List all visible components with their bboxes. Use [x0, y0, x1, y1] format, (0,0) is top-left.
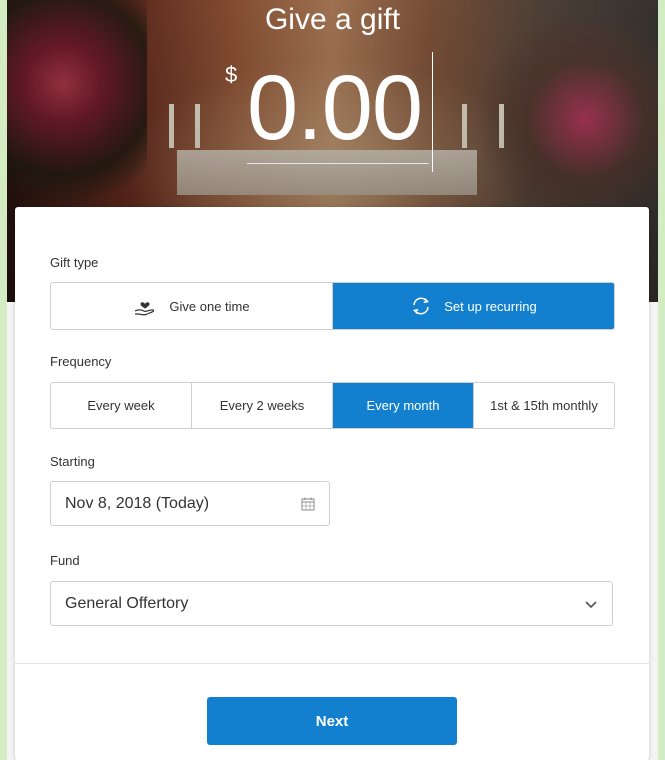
fund-label: Fund [50, 553, 80, 568]
frequency-every-month[interactable]: Every month [332, 383, 473, 428]
frequency-every-2-weeks[interactable]: Every 2 weeks [191, 383, 332, 428]
amount-input[interactable]: 0.00 [247, 58, 423, 158]
calendar-icon[interactable] [301, 497, 315, 511]
frequency-toggle: Every week Every 2 weeks Every month 1st… [50, 382, 615, 429]
candle [499, 104, 504, 148]
frequency-1st-15th-monthly[interactable]: 1st & 15th monthly [473, 383, 614, 428]
card-divider [15, 663, 649, 664]
candle [462, 104, 467, 148]
amount-underline [247, 163, 429, 164]
frequency-label: Frequency [50, 354, 112, 369]
start-date-value: Nov 8, 2018 (Today) [65, 494, 210, 512]
starting-label: Starting [50, 454, 95, 469]
text-cursor [432, 52, 433, 172]
start-date-field[interactable]: Nov 8, 2018 (Today) [50, 481, 330, 526]
next-button[interactable]: Next [207, 697, 457, 745]
give-one-time-button[interactable]: Give one time [51, 283, 332, 329]
hand-heart-icon [133, 296, 157, 316]
fund-select[interactable]: General Offertory [50, 581, 613, 626]
gift-form-card: Gift type Give one time Set up recurring [15, 207, 649, 760]
candle [195, 104, 200, 148]
set-up-recurring-button[interactable]: Set up recurring [332, 283, 614, 329]
give-one-time-label: Give one time [169, 298, 250, 314]
gift-type-label: Gift type [50, 255, 99, 270]
currency-symbol: $ [225, 62, 238, 87]
recurring-arrows-icon [410, 296, 432, 316]
page-title: Give a gift [264, 3, 401, 36]
gift-type-toggle: Give one time Set up recurring [50, 282, 615, 330]
side-strip-left [0, 0, 7, 760]
side-strip-right [658, 0, 665, 760]
candle [169, 104, 174, 148]
chevron-down-icon [584, 599, 598, 609]
frequency-every-week[interactable]: Every week [51, 383, 191, 428]
fund-selected-value: General Offertory [65, 594, 189, 612]
set-up-recurring-label: Set up recurring [444, 298, 537, 314]
flowers-decoration-right [477, 20, 658, 220]
